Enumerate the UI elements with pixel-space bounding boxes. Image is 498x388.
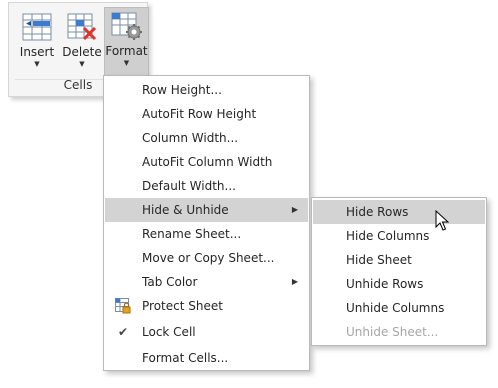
submenu-item-label: Unhide Sheet... <box>346 325 439 339</box>
submenu-arrow-icon: ▶ <box>291 205 298 214</box>
submenu-item-hide-rows[interactable]: Hide Rows <box>313 200 485 224</box>
menu-item-label: Default Width... <box>142 179 236 193</box>
insert-button[interactable]: Insert ▼ <box>15 9 59 79</box>
submenu-item-hide-sheet[interactable]: Hide Sheet <box>313 248 485 272</box>
submenu-item-label: Hide Columns <box>346 229 430 243</box>
submenu-item-unhide-rows[interactable]: Unhide Rows <box>313 272 485 296</box>
submenu-item-label: Hide Sheet <box>346 253 412 267</box>
submenu-arrow-icon: ▶ <box>291 277 298 286</box>
menu-item-label: Lock Cell <box>142 325 196 339</box>
menu-item-protect-sheet[interactable]: Protect Sheet <box>105 294 308 318</box>
hide-unhide-submenu: Hide Rows Hide Columns Hide Sheet Unhide… <box>311 197 487 346</box>
submenu-item-unhide-sheet: Unhide Sheet... <box>313 320 485 344</box>
menu-item-label: AutoFit Column Width <box>142 155 273 169</box>
menu-item-label: Format Cells... <box>142 351 229 365</box>
insert-dropdown-arrow-icon: ▼ <box>34 60 40 68</box>
submenu-item-hide-columns[interactable]: Hide Columns <box>313 224 485 248</box>
format-button[interactable]: Format ▼ <box>104 7 149 77</box>
format-dropdown-menu: Row Height... AutoFit Row Height Column … <box>103 75 310 371</box>
menu-item-autofit-column-width[interactable]: AutoFit Column Width <box>105 150 308 174</box>
menu-item-tab-color[interactable]: Tab Color ▶ <box>105 270 308 294</box>
menu-item-format-cells[interactable]: Format Cells... <box>105 346 308 370</box>
delete-button[interactable]: Delete ▼ <box>61 9 103 79</box>
menu-item-default-width[interactable]: Default Width... <box>105 174 308 198</box>
submenu-item-label: Unhide Rows <box>346 277 424 291</box>
menu-item-move-copy-sheet[interactable]: Move or Copy Sheet... <box>105 246 308 270</box>
delete-button-label: Delete <box>62 45 102 59</box>
menu-item-label: Rename Sheet... <box>142 227 242 241</box>
menu-item-row-height[interactable]: Row Height... <box>105 78 308 102</box>
submenu-item-unhide-columns[interactable]: Unhide Columns <box>313 296 485 320</box>
menu-item-label: AutoFit Row Height <box>142 107 257 121</box>
menu-item-rename-sheet[interactable]: Rename Sheet... <box>105 222 308 246</box>
menu-item-label: Row Height... <box>142 83 222 97</box>
menu-item-autofit-row-height[interactable]: AutoFit Row Height <box>105 102 308 126</box>
menu-item-lock-cell[interactable]: ✔ Lock Cell <box>105 320 308 344</box>
submenu-item-label: Unhide Columns <box>346 301 445 315</box>
delete-cells-icon <box>67 13 97 41</box>
menu-item-hide-unhide[interactable]: Hide & Unhide ▶ <box>105 198 308 222</box>
format-button-label: Format <box>105 44 148 58</box>
insert-cells-icon <box>22 13 52 41</box>
submenu-item-label: Hide Rows <box>346 205 409 219</box>
format-cells-icon <box>111 12 142 40</box>
format-dropdown-arrow-icon: ▼ <box>123 59 130 67</box>
menu-item-label: Column Width... <box>142 131 239 145</box>
menu-item-label: Move or Copy Sheet... <box>142 251 275 265</box>
protect-sheet-icon <box>115 298 131 314</box>
menu-item-label: Tab Color <box>142 275 198 289</box>
checkmark-icon: ✔ <box>118 325 129 339</box>
mouse-cursor-icon <box>435 210 449 231</box>
menu-item-label: Hide & Unhide <box>142 203 229 217</box>
insert-button-label: Insert <box>19 45 55 59</box>
menu-item-column-width[interactable]: Column Width... <box>105 126 308 150</box>
menu-item-label: Protect Sheet <box>142 299 223 313</box>
delete-dropdown-arrow-icon: ▼ <box>79 60 85 68</box>
